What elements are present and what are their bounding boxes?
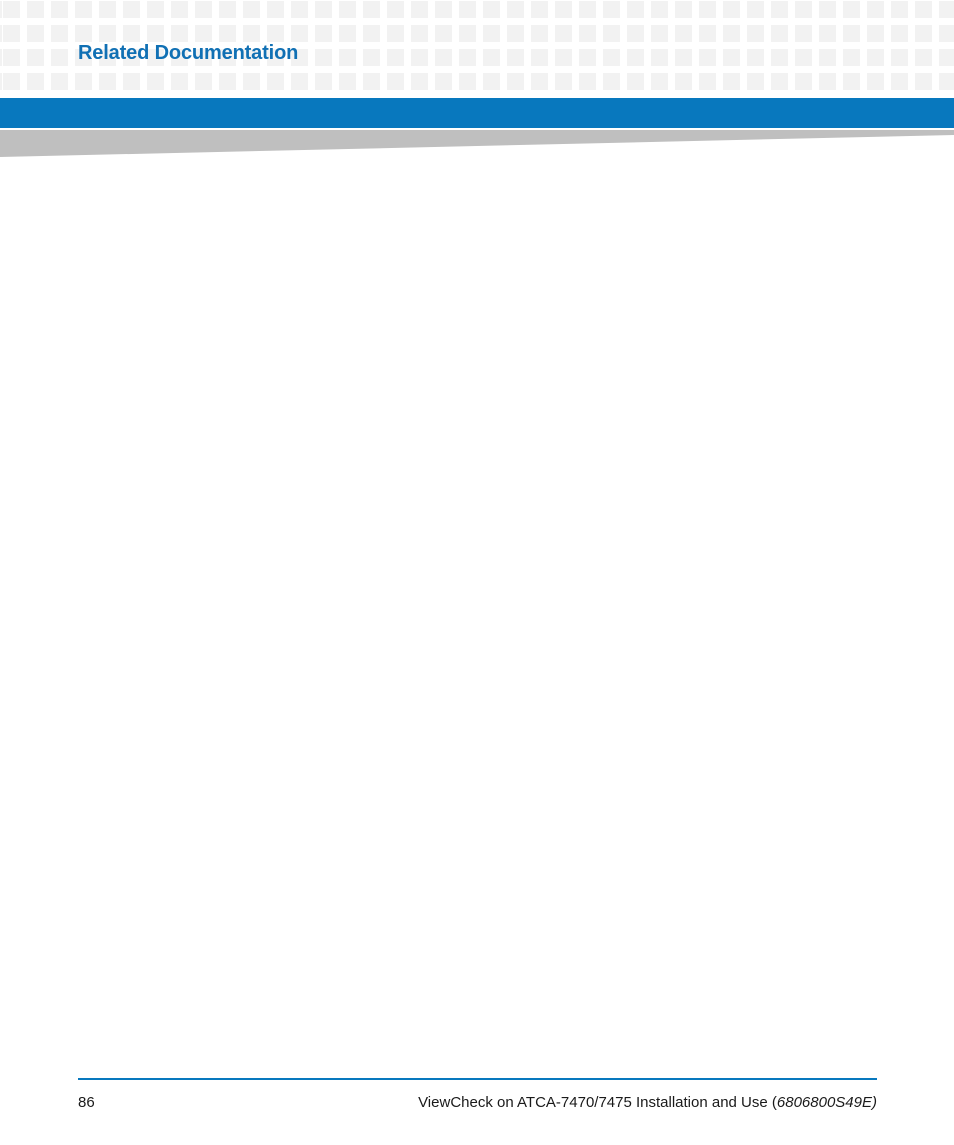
page-title: Related Documentation [78,42,299,64]
header-gray-wedge [0,130,954,158]
footer-document-id: 6806800S49E) [776,1094,877,1111]
page-footer: 86 ViewCheck on ATCA-7470/7475 Installat… [78,1070,877,1120]
document-page: Related Documentation 86 ViewCheck on AT… [0,0,954,1145]
footer-page-number: 86 [78,1094,95,1111]
header-gray-wedge-shape [0,130,954,157]
footer-document-title: ViewCheck on ATCA-7470/7475 Installation… [418,1094,877,1112]
page-body-content [78,175,877,1055]
footer-rule [78,1078,877,1080]
footer-document-title-text: ViewCheck on ATCA-7470/7475 Installation… [418,1094,777,1111]
header-blue-bar [0,98,954,128]
